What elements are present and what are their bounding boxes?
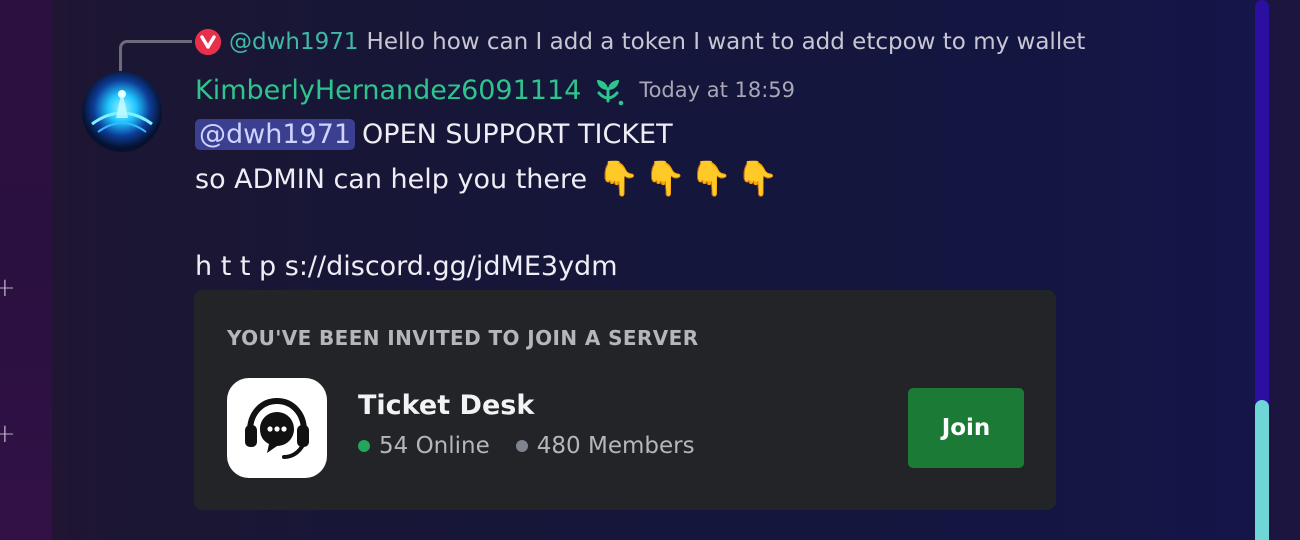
online-dot-icon — [358, 440, 370, 452]
reply-mention[interactable]: @dwh1971 — [229, 29, 359, 55]
pointing-down-emoji[interactable]: 👇 — [736, 162, 778, 196]
left-rail: + + — [0, 0, 52, 540]
message-line-1: @dwh1971 OPEN SUPPORT TICKET — [195, 114, 673, 154]
message-link-text: h t t p s://discord.gg/jdME3ydm — [195, 250, 618, 282]
members-dot-icon — [515, 440, 528, 452]
user-mention[interactable]: @dwh1971 — [195, 118, 356, 150]
message-header: KimberlyHernandez6091114 Today at 18:59 — [195, 70, 795, 110]
server-invite-card: YOU'VE BEEN INVITED TO JOIN A SERVER Tic… — [194, 290, 1056, 510]
server-stats: 54 Online 480 Members — [358, 433, 695, 459]
message-line-3: h t t p s://discord.gg/jdME3ydm — [195, 246, 618, 286]
username[interactable]: KimberlyHernandez6091114 — [195, 75, 581, 106]
message-text-1: OPEN SUPPORT TICKET — [362, 118, 673, 150]
join-button[interactable]: Join — [908, 388, 1024, 468]
reply-preview[interactable]: @dwh1971 Hello how can I add a token I w… — [195, 27, 1085, 57]
message-line-2: so ADMIN can help you there 👇 👇 👇 👇 — [195, 158, 779, 200]
reply-spine — [119, 40, 192, 71]
sprout-icon[interactable] — [591, 73, 625, 107]
server-name[interactable]: Ticket Desk — [358, 390, 534, 421]
reply-text[interactable]: Hello how can I add a token I want to ad… — [367, 29, 1086, 55]
headset-chat-icon[interactable] — [227, 378, 327, 478]
plus-icon[interactable]: + — [0, 275, 16, 301]
pointing-down-emoji[interactable]: 👇 — [690, 162, 732, 196]
message-text-2: so ADMIN can help you there — [195, 163, 588, 195]
invite-heading: YOU'VE BEEN INVITED TO JOIN A SERVER — [227, 326, 699, 350]
avatar[interactable] — [82, 72, 162, 152]
plus-icon[interactable]: + — [0, 421, 16, 447]
member-count: 480 Members — [536, 433, 695, 459]
pointing-down-emoji[interactable]: 👇 — [597, 162, 639, 196]
timestamp: Today at 18:59 — [639, 78, 796, 102]
online-count: 54 Online — [379, 433, 490, 459]
scrollbar-thumb[interactable] — [1255, 400, 1269, 540]
vivaldi-icon — [195, 29, 221, 55]
pointing-down-emoji[interactable]: 👇 — [643, 162, 685, 196]
right-edge — [1269, 0, 1300, 540]
